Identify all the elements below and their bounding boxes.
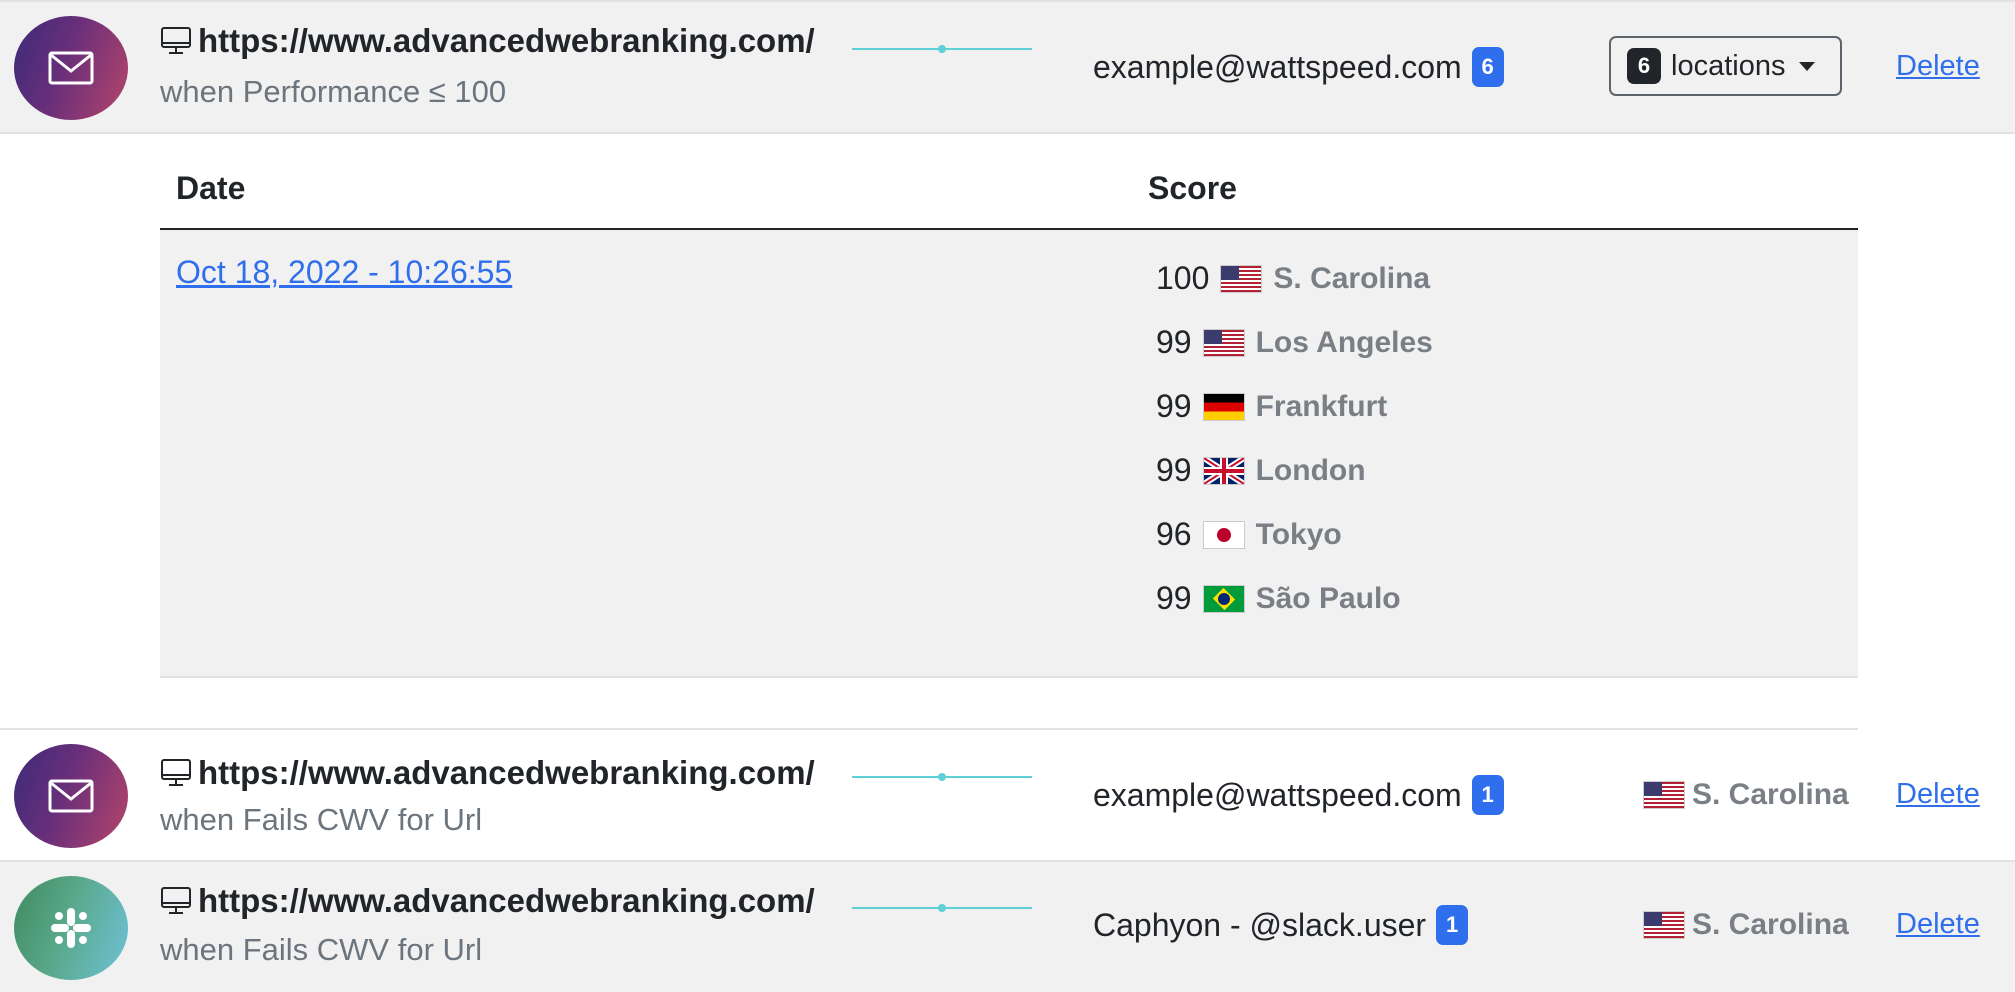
locations-count-badge: 6 bbox=[1627, 48, 1661, 84]
sparkline bbox=[852, 45, 1032, 53]
us-flag-icon bbox=[1203, 329, 1244, 356]
location-name: S. Carolina bbox=[1692, 778, 1849, 811]
alert-recipient: Caphyon - @slack.user 1 bbox=[1093, 905, 1469, 945]
score-item: 100 S. Carolina bbox=[1156, 260, 1430, 297]
score-value: 99 bbox=[1156, 388, 1192, 424]
delete-button[interactable]: Delete bbox=[1896, 778, 1980, 811]
envelope-icon bbox=[48, 779, 94, 813]
recipient-email: example@wattspeed.com bbox=[1093, 776, 1462, 813]
us-flag-icon bbox=[1644, 782, 1684, 808]
score-value: 99 bbox=[1156, 324, 1192, 360]
alert-condition: when Performance ≤ 100 bbox=[160, 74, 507, 109]
run-date-link[interactable]: Oct 18, 2022 - 10:26:55 bbox=[176, 254, 512, 291]
score-location: São Paulo bbox=[1255, 581, 1401, 615]
score-location: Tokyo bbox=[1255, 517, 1342, 551]
delete-button[interactable]: Delete bbox=[1896, 50, 1980, 83]
alert-url-line: https://www.advancedwebranking.com/ bbox=[160, 754, 815, 792]
recipient-email: example@wattspeed.com bbox=[1093, 48, 1462, 85]
score-location: London bbox=[1255, 453, 1366, 487]
row-divider bbox=[0, 860, 2015, 862]
score-value: 99 bbox=[1156, 452, 1192, 488]
score-item: 96 Tokyo bbox=[1156, 516, 1342, 553]
alert-recipient: example@wattspeed.com 1 bbox=[1093, 775, 1504, 815]
desktop-icon bbox=[161, 27, 191, 54]
alert-row-2[interactable]: https://www.advancedwebranking.com/ when… bbox=[0, 730, 2015, 860]
chevron-down-icon bbox=[1799, 61, 1816, 71]
alert-row-3[interactable]: https://www.advancedwebranking.com/ when… bbox=[0, 860, 2015, 992]
alert-row-1[interactable]: https://www.advancedwebranking.com/ when… bbox=[0, 0, 2015, 134]
score-item: 99 Frankfurt bbox=[1156, 388, 1387, 425]
date-column-header: Date bbox=[176, 170, 246, 206]
slack-icon bbox=[51, 908, 91, 948]
alert-url-line: https://www.advancedwebranking.com/ bbox=[160, 22, 815, 60]
score-value: 99 bbox=[1156, 580, 1192, 616]
recipient-count-badge: 1 bbox=[1471, 775, 1504, 815]
recipient-count-badge: 1 bbox=[1436, 905, 1469, 945]
location-name: S. Carolina bbox=[1692, 908, 1849, 941]
row-divider bbox=[0, 132, 2015, 134]
alert-url: https://www.advancedwebranking.com/ bbox=[198, 22, 815, 59]
score-column-header: Score bbox=[1148, 170, 1237, 206]
score-item: 99 São Paulo bbox=[1156, 580, 1401, 617]
us-flag-icon bbox=[1644, 912, 1684, 938]
score-item: 99 Los Angeles bbox=[1156, 324, 1433, 361]
delete-button[interactable]: Delete bbox=[1896, 908, 1980, 941]
score-item: 99 London bbox=[1156, 452, 1366, 489]
score-location: Frankfurt bbox=[1255, 389, 1388, 423]
score-value: 100 bbox=[1156, 260, 1210, 296]
slack-channel-avatar bbox=[14, 876, 128, 980]
br-flag-icon bbox=[1203, 585, 1244, 612]
envelope-icon bbox=[48, 51, 94, 85]
recipient-count-badge: 6 bbox=[1471, 47, 1504, 87]
table-row: Oct 18, 2022 - 10:26:55 100 S. Carolina … bbox=[160, 230, 1858, 678]
row-divider bbox=[0, 0, 2015, 2]
score-location: Los Angeles bbox=[1255, 325, 1433, 359]
desktop-icon bbox=[161, 759, 191, 786]
jp-flag-icon bbox=[1203, 521, 1244, 548]
uk-flag-icon bbox=[1203, 457, 1244, 484]
email-channel-avatar bbox=[14, 744, 128, 848]
alert-condition: when Fails CWV for Url bbox=[160, 932, 483, 967]
locations-label: locations bbox=[1671, 49, 1786, 82]
de-flag-icon bbox=[1203, 393, 1244, 420]
locations-dropdown[interactable]: 6 locations bbox=[1609, 36, 1842, 96]
alert-location: S. Carolina bbox=[1644, 908, 1849, 942]
sparkline bbox=[852, 773, 1032, 781]
alert-location: S. Carolina bbox=[1644, 778, 1849, 812]
score-value: 96 bbox=[1156, 516, 1192, 552]
alert-condition: when Fails CWV for Url bbox=[160, 802, 483, 837]
score-location: S. Carolina bbox=[1273, 261, 1431, 295]
alert-url: https://www.advancedwebranking.com/ bbox=[198, 754, 815, 791]
alert-url: https://www.advancedwebranking.com/ bbox=[198, 882, 815, 919]
email-channel-avatar bbox=[14, 16, 128, 120]
sparkline bbox=[852, 904, 1032, 912]
recipient-slack: Caphyon - @slack.user bbox=[1093, 906, 1427, 943]
desktop-icon bbox=[161, 887, 191, 914]
alert-url-line: https://www.advancedwebranking.com/ bbox=[160, 882, 815, 920]
alert-recipient: example@wattspeed.com 6 bbox=[1093, 47, 1504, 87]
us-flag-icon bbox=[1221, 265, 1262, 292]
